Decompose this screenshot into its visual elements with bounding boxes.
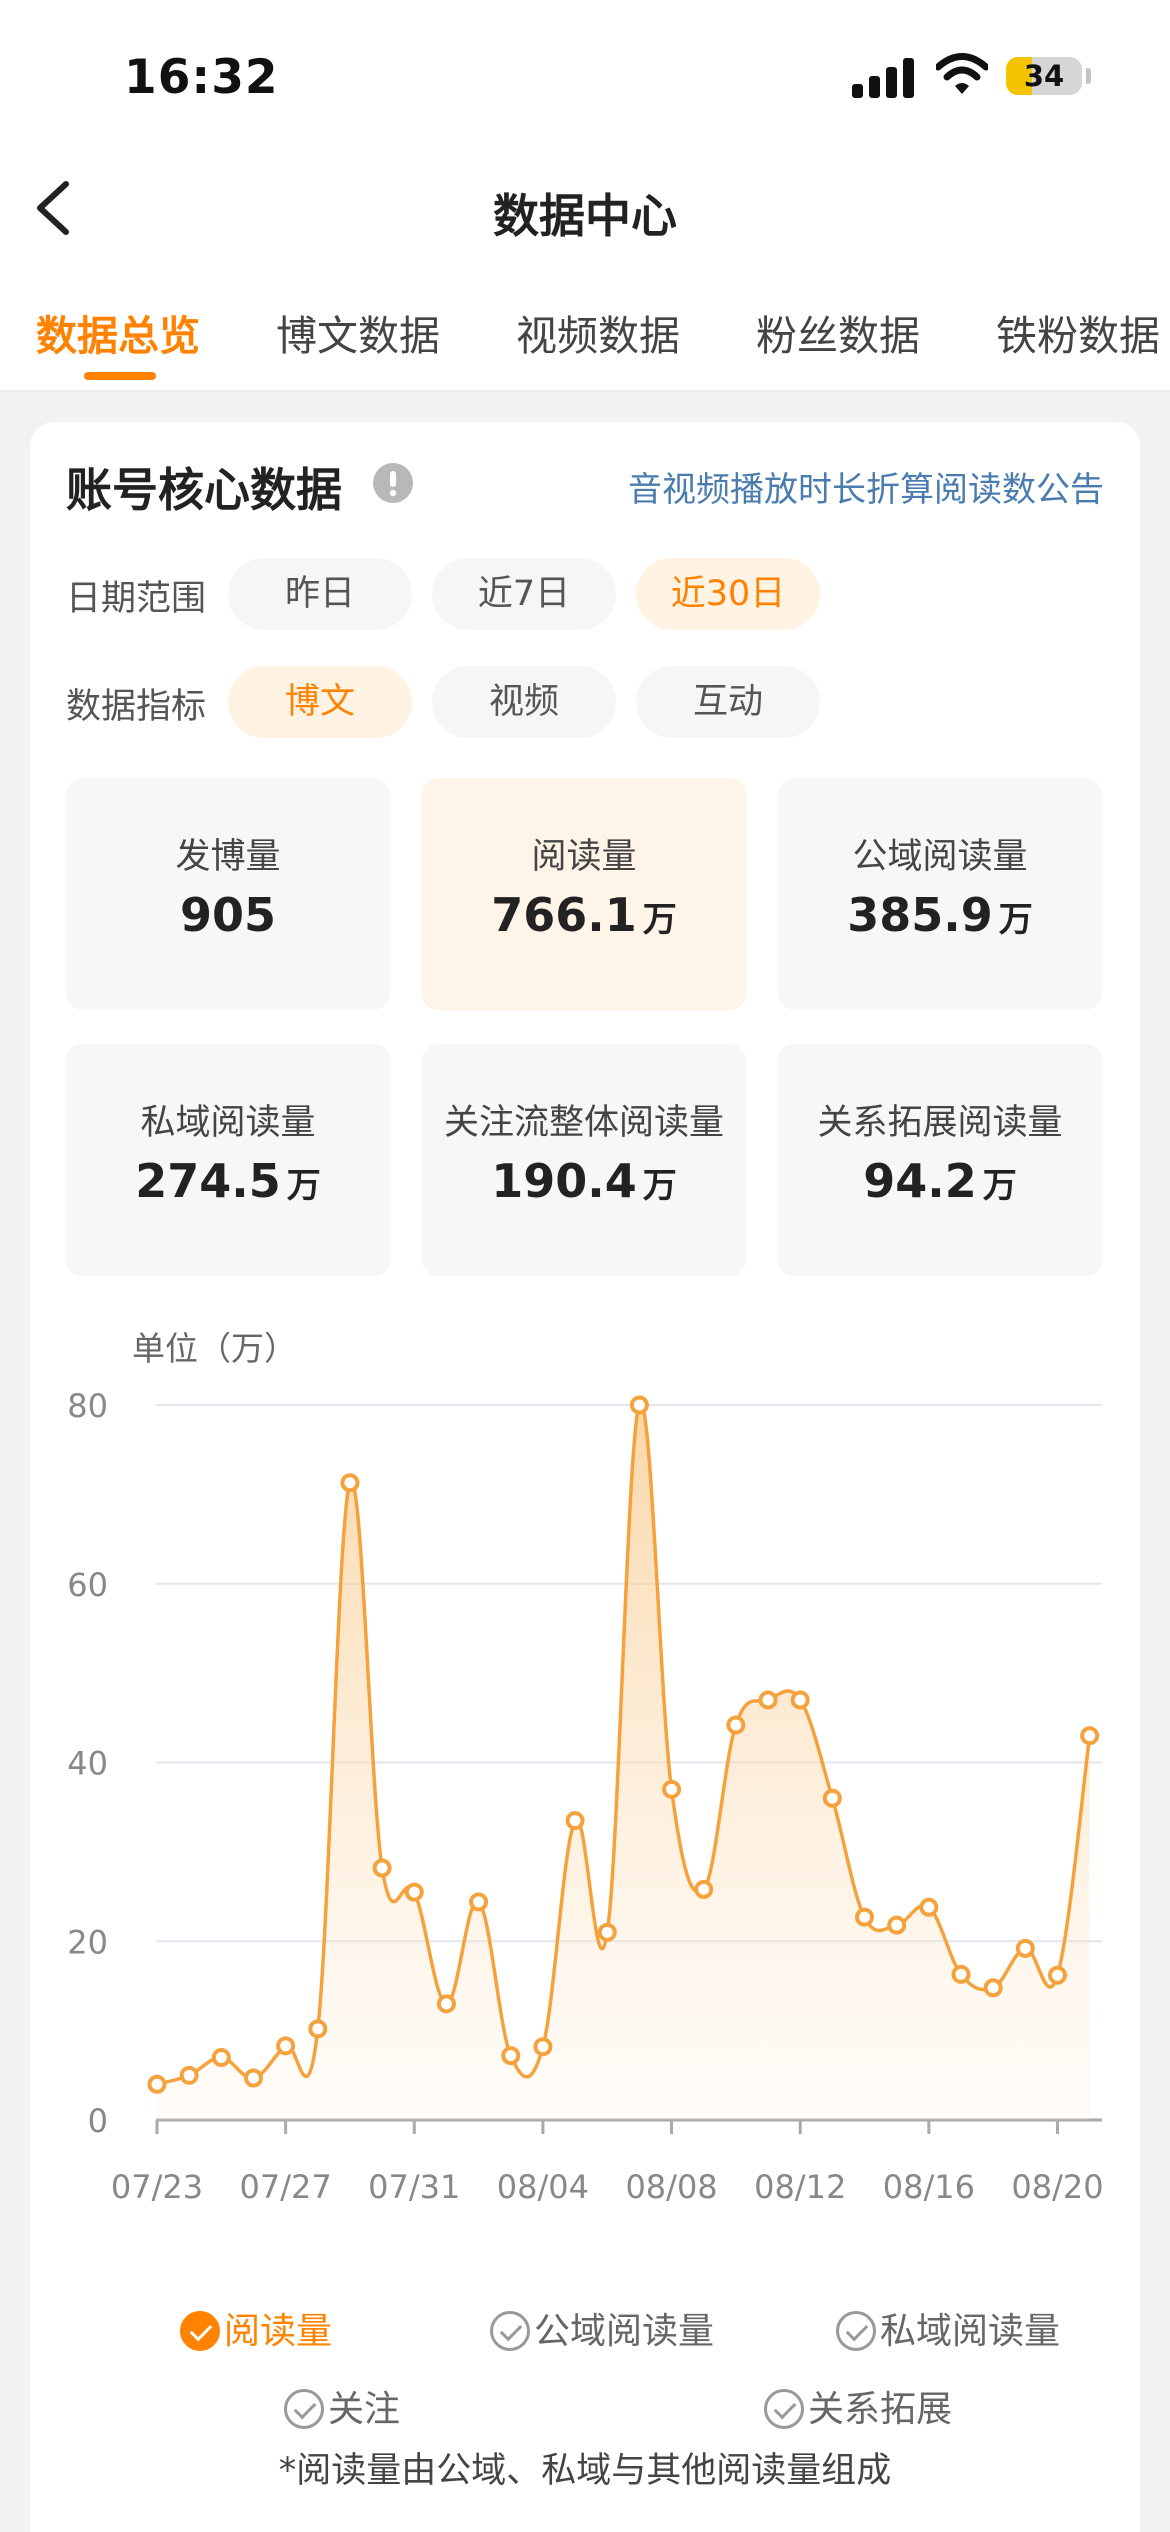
legend-public-reads[interactable]: 公域阅读量 [490, 2302, 714, 2354]
data-point [726, 1715, 746, 1735]
y-tick-label: 80 [67, 1387, 108, 1425]
tab-bar: 数据总览 博文数据 视频数据 粉丝数据 铁粉数据 [0, 292, 1170, 392]
checkbox-icon [836, 2311, 876, 2351]
data-point [276, 2036, 296, 2056]
legend-follow[interactable]: 关注 [284, 2380, 400, 2432]
data-point [436, 1994, 456, 2014]
status-time: 16:32 [124, 50, 279, 105]
reads-area-chart[interactable]: 0 20 40 60 80 07/23 07/27 07/31 08/04 08/08 08/12 0… [30, 422, 1140, 2222]
data-point [243, 2068, 263, 2088]
data-point [147, 2074, 167, 2094]
data-point [1047, 1965, 1067, 1985]
data-point [951, 1964, 971, 1984]
data-point [179, 2065, 199, 2085]
wifi-icon [936, 53, 988, 94]
x-tick-label: 07/23 [111, 2168, 203, 2206]
x-tick-label: 08/04 [497, 2168, 589, 2206]
page-title: 数据中心 [493, 189, 677, 243]
data-point [469, 1892, 489, 1912]
data-point [662, 1779, 682, 1799]
data-point [1080, 1726, 1100, 1746]
data-point [758, 1690, 778, 1710]
y-tick-label: 40 [67, 1745, 108, 1783]
tabs-divider [0, 390, 1170, 392]
y-tick-label: 60 [67, 1566, 108, 1604]
x-tick-label: 08/16 [883, 2168, 975, 2206]
tab-posts[interactable]: 博文数据 [276, 302, 440, 362]
data-point [404, 1882, 424, 1902]
legend-relation[interactable]: 关系拓展 [764, 2380, 952, 2432]
tab-fans[interactable]: 粉丝数据 [756, 302, 920, 362]
data-point [211, 2047, 231, 2067]
nav-bar: 数据中心 [0, 150, 1170, 270]
battery-icon: 34 [1006, 57, 1082, 95]
data-point [629, 1395, 649, 1415]
data-point [308, 2019, 328, 2039]
battery-level: 34 [1023, 59, 1065, 93]
data-point [372, 1858, 392, 1878]
data-point [597, 1922, 617, 1942]
checkbox-icon [764, 2389, 804, 2429]
data-point [565, 1811, 585, 1831]
x-tick-label: 07/31 [368, 2168, 460, 2206]
battery-tip [1086, 68, 1091, 84]
tab-video[interactable]: 视频数据 [516, 302, 680, 362]
status-bar: 16:32 34 [0, 0, 1170, 150]
data-point [340, 1473, 360, 1493]
tab-iron-fans[interactable]: 铁粉数据 [996, 302, 1160, 362]
data-point [919, 1897, 939, 1917]
checkbox-icon [284, 2389, 324, 2429]
x-tick-label: 08/12 [754, 2168, 846, 2206]
tab-active-indicator [84, 372, 156, 380]
tab-overview[interactable]: 数据总览 [36, 302, 200, 362]
x-tick-label: 08/08 [625, 2168, 717, 2206]
core-data-card: 账号核心数据 音视频播放时长折算阅读数公告 日期范围 昨日 近7日 近30日 数… [30, 422, 1140, 2532]
legend-reads[interactable]: 阅读量 [180, 2302, 332, 2354]
x-tick-label: 07/27 [240, 2168, 332, 2206]
footnote: *阅读量由公域、私域与其他阅读量组成 [278, 2451, 892, 2491]
y-tick-label: 0 [88, 2102, 108, 2140]
data-point [790, 1690, 810, 1710]
signal-icon [852, 58, 916, 98]
y-tick-label: 20 [67, 1923, 108, 1961]
data-point [983, 1978, 1003, 1998]
data-point [855, 1907, 875, 1927]
data-point [501, 2046, 521, 2066]
data-point [694, 1879, 714, 1899]
data-point [822, 1788, 842, 1808]
data-point [533, 2037, 553, 2057]
x-tick-label: 08/20 [1011, 2168, 1103, 2206]
data-point [887, 1915, 907, 1935]
legend-private-reads[interactable]: 私域阅读量 [836, 2302, 1060, 2354]
checkbox-checked-icon [180, 2311, 220, 2351]
checkbox-icon [490, 2311, 530, 2351]
data-point [1015, 1938, 1035, 1958]
